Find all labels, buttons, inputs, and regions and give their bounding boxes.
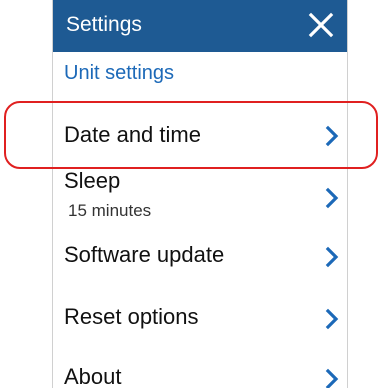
menu-item-software-update[interactable]: Software update <box>53 230 347 284</box>
page-title: Settings <box>66 13 142 36</box>
section-header-unit-settings: Unit settings <box>64 62 175 84</box>
chevron-right-icon <box>325 187 339 209</box>
menu-item-reset-options[interactable]: Reset options <box>53 290 347 344</box>
menu-item-date-and-time[interactable]: Date and time <box>53 108 347 164</box>
chevron-right-icon <box>325 246 339 268</box>
close-icon[interactable] <box>307 11 335 39</box>
menu-item-label: About <box>64 364 122 388</box>
title-bar: Settings <box>53 0 347 52</box>
menu-item-sublabel: 15 minutes <box>68 201 152 220</box>
chevron-right-icon <box>325 125 339 147</box>
menu-item-sleep[interactable]: Sleep 15 minutes <box>53 166 347 226</box>
chevron-right-icon <box>325 368 339 388</box>
menu-item-about[interactable]: About <box>53 350 347 388</box>
settings-panel: Settings Unit settings Date and time Sle… <box>52 0 348 388</box>
menu-item-label: Date and time <box>64 122 201 147</box>
screen: Settings Unit settings Date and time Sle… <box>0 0 381 388</box>
menu-item-label: Sleep <box>64 168 121 193</box>
menu-item-label: Reset options <box>64 304 199 329</box>
chevron-right-icon <box>325 308 339 330</box>
menu-item-label: Software update <box>64 242 225 267</box>
